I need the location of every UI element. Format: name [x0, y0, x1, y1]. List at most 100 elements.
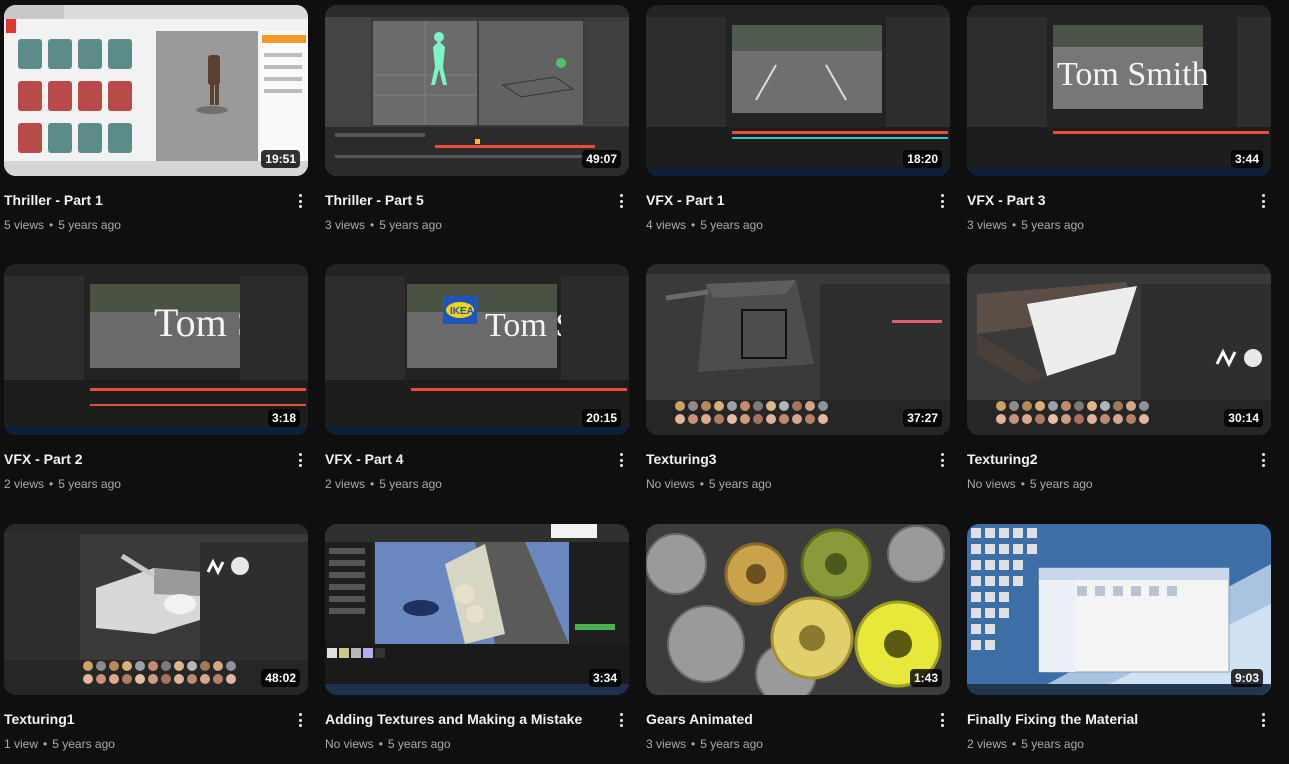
- video-thumbnail[interactable]: 30:14: [967, 264, 1271, 435]
- video-thumbnail[interactable]: 3:34: [325, 524, 629, 695]
- video-card: 37:27 Texturing3 No views • 5 years ago: [646, 264, 950, 495]
- video-title[interactable]: VFX - Part 3: [967, 191, 1247, 209]
- video-meta: Texturing2 No views • 5 years ago: [967, 435, 1271, 495]
- video-title[interactable]: Texturing3: [646, 450, 926, 468]
- video-title[interactable]: VFX - Part 1: [646, 191, 926, 209]
- separator-dot: •: [1012, 218, 1017, 232]
- upload-age: 5 years ago: [379, 477, 442, 491]
- video-title[interactable]: Thriller - Part 5: [325, 191, 605, 209]
- view-count: 2 views: [325, 477, 366, 491]
- video-duration: 49:07: [582, 150, 621, 168]
- video-meta: Finally Fixing the Material 2 views • 5 ye…: [967, 695, 1271, 755]
- video-meta: Gears Animated 3 views • 5 years ago: [646, 695, 950, 755]
- separator-dot: •: [691, 218, 696, 232]
- separator-dot: •: [378, 737, 383, 751]
- video-meta: Texturing3 No views • 5 years ago: [646, 435, 950, 495]
- video-title[interactable]: Texturing1: [4, 710, 284, 728]
- video-meta: VFX - Part 4 2 views • 5 years ago: [325, 435, 629, 495]
- separator-dot: •: [691, 737, 696, 751]
- video-duration: 18:20: [903, 150, 942, 168]
- video-duration: 9:03: [1230, 669, 1263, 687]
- video-thumbnail[interactable]: 37:27: [646, 264, 950, 435]
- more-actions-icon[interactable]: [934, 452, 950, 468]
- video-duration: 48:02: [261, 669, 300, 687]
- video-title[interactable]: Adding Textures and Making a Mistake: [325, 710, 605, 728]
- video-stats: 3 views • 5 years ago: [967, 217, 1084, 233]
- separator-dot: •: [49, 218, 54, 232]
- video-stats: No views • 5 years ago: [325, 736, 451, 752]
- video-thumbnail[interactable]: Tom Smith 3:44: [967, 5, 1271, 176]
- video-card: 18:20 VFX - Part 1 4 views • 5 years ago: [646, 5, 950, 236]
- video-thumbnail[interactable]: 9:03: [967, 524, 1271, 695]
- video-card: 19:51 Thriller - Part 1 5 views • 5 years …: [4, 5, 308, 236]
- video-duration: 1:43: [909, 669, 942, 687]
- video-duration: 37:27: [903, 409, 942, 427]
- video-stats: 3 views • 5 years ago: [646, 736, 763, 752]
- video-card: 1:43 Gears Animated 3 views • 5 years ago: [646, 524, 950, 755]
- upload-age: 5 years ago: [379, 218, 442, 232]
- video-thumbnail[interactable]: 48:02: [4, 524, 308, 695]
- video-thumbnail[interactable]: Tom Smith 3:18: [4, 264, 308, 435]
- video-card: 48:02 Texturing1 1 view • 5 years ago: [4, 524, 308, 755]
- video-thumbnail[interactable]: 19:51: [4, 5, 308, 176]
- more-actions-icon[interactable]: [292, 452, 308, 468]
- more-actions-icon[interactable]: [934, 712, 950, 728]
- thumbnail-image: Tom Smith: [967, 5, 1271, 176]
- thumbnail-overlay-text: Tom Smith: [1057, 56, 1209, 93]
- separator-dot: •: [699, 477, 704, 491]
- thumbnail-image: [967, 524, 1271, 695]
- more-actions-icon[interactable]: [613, 193, 629, 209]
- more-actions-icon[interactable]: [1255, 712, 1271, 728]
- separator-dot: •: [370, 477, 375, 491]
- video-duration: 30:14: [1224, 409, 1263, 427]
- video-meta: Thriller - Part 5 3 views • 5 years ago: [325, 176, 629, 236]
- video-card: 30:14 Texturing2 No views • 5 years ago: [967, 264, 1271, 495]
- video-title[interactable]: VFX - Part 2: [4, 450, 284, 468]
- more-actions-icon[interactable]: [934, 193, 950, 209]
- view-count: 2 views: [967, 737, 1008, 751]
- view-count: 4 views: [646, 218, 687, 232]
- video-title[interactable]: Thriller - Part 1: [4, 191, 284, 209]
- video-title[interactable]: Finally Fixing the Material: [967, 710, 1247, 728]
- video-meta: Thriller - Part 1 5 views • 5 years ago: [4, 176, 308, 236]
- video-title[interactable]: Texturing2: [967, 450, 1247, 468]
- separator-dot: •: [43, 737, 48, 751]
- video-thumbnail[interactable]: 1:43: [646, 524, 950, 695]
- view-count: 3 views: [967, 218, 1008, 232]
- more-actions-icon[interactable]: [292, 193, 308, 209]
- more-actions-icon[interactable]: [613, 712, 629, 728]
- video-meta: VFX - Part 3 3 views • 5 years ago: [967, 176, 1271, 236]
- upload-age: 5 years ago: [387, 737, 451, 751]
- upload-age: 5 years ago: [58, 218, 121, 232]
- more-actions-icon[interactable]: [1255, 452, 1271, 468]
- upload-age: 5 years ago: [52, 737, 115, 751]
- video-stats: No views • 5 years ago: [646, 476, 772, 492]
- video-stats: No views • 5 years ago: [967, 476, 1093, 492]
- more-actions-icon[interactable]: [292, 712, 308, 728]
- video-thumbnail[interactable]: 18:20: [646, 5, 950, 176]
- video-card: Tom Smith 3:44 VFX - Part 3 3 views • 5 ye…: [967, 5, 1271, 236]
- video-card: 9:03 Finally Fixing the Material 2 views…: [967, 524, 1271, 755]
- video-meta: Texturing1 1 view • 5 years ago: [4, 695, 308, 755]
- video-duration: 19:51: [261, 150, 300, 168]
- video-duration: 3:34: [588, 669, 621, 687]
- upload-age: 5 years ago: [700, 218, 763, 232]
- video-meta: VFX - Part 2 2 views • 5 years ago: [4, 435, 308, 495]
- video-title[interactable]: VFX - Part 4: [325, 450, 605, 468]
- upload-age: 5 years ago: [1021, 737, 1084, 751]
- view-count: No views: [646, 477, 695, 491]
- video-thumbnail[interactable]: Tom Smith IKEA 20:15: [325, 264, 629, 435]
- video-duration: 20:15: [582, 409, 621, 427]
- more-actions-icon[interactable]: [1255, 193, 1271, 209]
- video-thumbnail[interactable]: 49:07: [325, 5, 629, 176]
- thumbnail-image: [646, 524, 950, 695]
- view-count: 5 views: [4, 218, 45, 232]
- video-stats: 4 views • 5 years ago: [646, 217, 763, 233]
- video-duration: 3:18: [267, 409, 300, 427]
- video-title[interactable]: Gears Animated: [646, 710, 926, 728]
- video-stats: 2 views • 5 years ago: [4, 476, 121, 492]
- separator-dot: •: [1020, 477, 1025, 491]
- video-meta: VFX - Part 1 4 views • 5 years ago: [646, 176, 950, 236]
- more-actions-icon[interactable]: [613, 452, 629, 468]
- upload-age: 5 years ago: [1021, 218, 1084, 232]
